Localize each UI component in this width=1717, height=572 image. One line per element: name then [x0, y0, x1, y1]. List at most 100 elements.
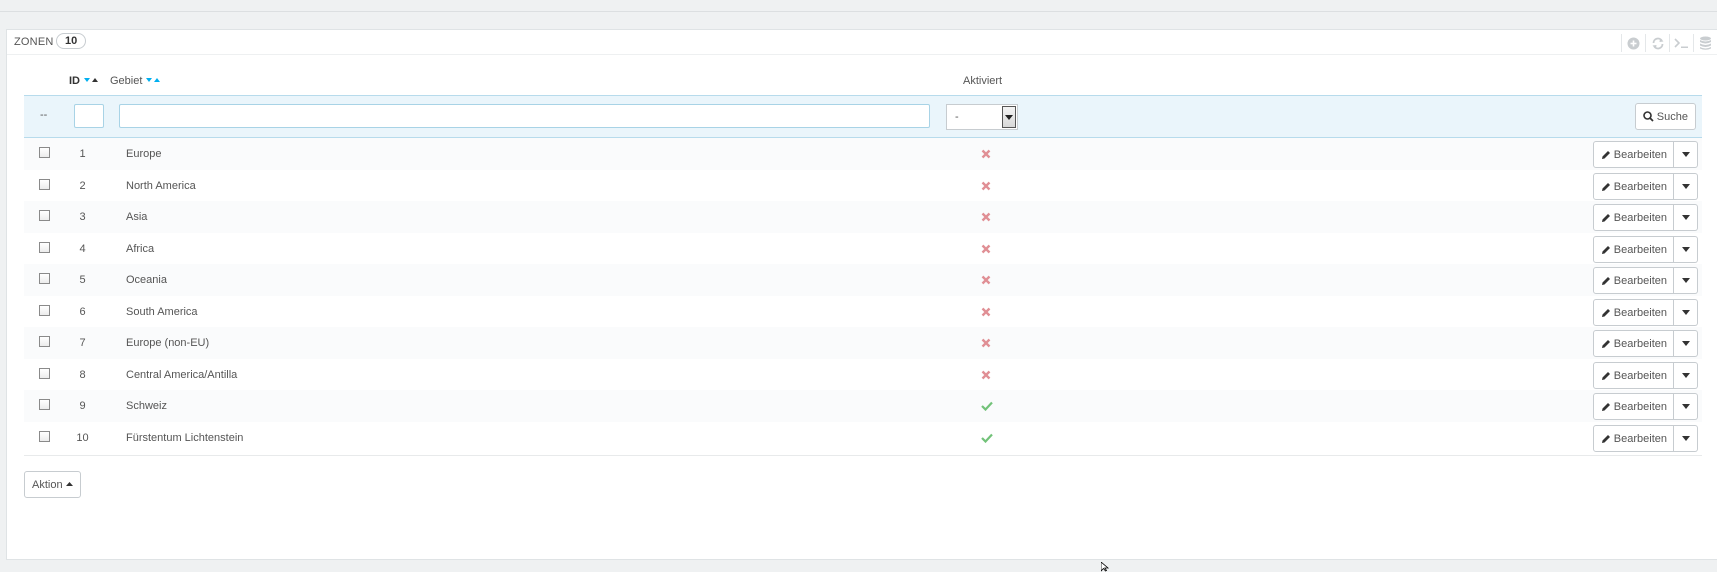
- row-dropdown-button[interactable]: [1674, 425, 1698, 452]
- edit-button[interactable]: Bearbeiten: [1592, 236, 1674, 263]
- row-dropdown-button[interactable]: [1674, 393, 1698, 420]
- cell-name: Fürstentum Lichtenstein: [126, 432, 244, 444]
- column-header-id[interactable]: ID: [69, 75, 100, 89]
- cross-icon[interactable]: [981, 211, 995, 225]
- row-checkbox[interactable]: [39, 336, 50, 347]
- table-row[interactable]: 2 North America Bearbeiten: [24, 170, 1702, 204]
- count-badge: 10: [56, 33, 87, 49]
- panel-toolbar: [1621, 34, 1717, 52]
- sort-arrows-icon[interactable]: [84, 75, 100, 87]
- pencil-icon: [1601, 182, 1610, 191]
- cross-icon[interactable]: [981, 180, 995, 194]
- caret-down-icon: [1681, 373, 1690, 378]
- row-dropdown-button[interactable]: [1674, 204, 1698, 231]
- sql-query-icon[interactable]: [1669, 34, 1693, 52]
- row-actions: Bearbeiten: [1592, 362, 1698, 389]
- row-actions: Bearbeiten: [1592, 330, 1698, 357]
- caret-up-icon: [65, 482, 73, 486]
- search-button-label: Suche: [1656, 110, 1688, 123]
- edit-button[interactable]: Bearbeiten: [1592, 299, 1674, 326]
- edit-button-label: Bearbeiten: [1613, 400, 1667, 413]
- cell-name: Oceania: [126, 274, 167, 286]
- sort-arrows-icon[interactable]: [146, 75, 162, 87]
- caret-down-icon: [1681, 404, 1690, 409]
- row-checkbox[interactable]: [39, 147, 50, 158]
- table-row[interactable]: 7 Europe (non-EU) Bearbeiten: [24, 327, 1702, 361]
- table-row[interactable]: 9 Schweiz Bearbeiten: [24, 390, 1702, 424]
- row-checkbox[interactable]: [39, 305, 50, 316]
- row-checkbox[interactable]: [39, 399, 50, 410]
- row-dropdown-button[interactable]: [1674, 362, 1698, 389]
- column-header-name[interactable]: Gebiet: [110, 75, 162, 89]
- caret-down-icon: [1681, 436, 1690, 441]
- row-dropdown-button[interactable]: [1674, 173, 1698, 200]
- row-checkbox[interactable]: [39, 431, 50, 442]
- cell-id: 4: [79, 243, 86, 255]
- edit-button[interactable]: Bearbeiten: [1592, 267, 1674, 294]
- cross-icon[interactable]: [981, 274, 995, 288]
- table-row[interactable]: 1 Europe Bearbeiten: [24, 138, 1702, 172]
- cell-name: Schweiz: [126, 400, 167, 412]
- table-row[interactable]: 8 Central America/Antilla Bearbeiten: [24, 359, 1702, 393]
- edit-button[interactable]: Bearbeiten: [1592, 330, 1674, 357]
- pencil-icon: [1601, 150, 1610, 159]
- bulk-filter-placeholder: --: [40, 109, 48, 121]
- row-dropdown-button[interactable]: [1674, 267, 1698, 294]
- cell-name: Africa: [126, 243, 155, 255]
- search-button[interactable]: Suche: [1634, 103, 1696, 130]
- cross-icon[interactable]: [981, 243, 995, 257]
- row-checkbox[interactable]: [39, 179, 50, 190]
- edit-button-label: Bearbeiten: [1613, 306, 1667, 319]
- cell-id: 7: [79, 337, 86, 349]
- edit-button-label: Bearbeiten: [1613, 243, 1667, 256]
- table-row[interactable]: 5 Oceania Bearbeiten: [24, 264, 1702, 298]
- edit-button-label: Bearbeiten: [1613, 148, 1667, 161]
- row-dropdown-button[interactable]: [1674, 141, 1698, 168]
- pencil-icon: [1601, 245, 1610, 254]
- dropdown-arrow-icon[interactable]: [1002, 106, 1016, 128]
- add-new-icon[interactable]: [1621, 34, 1645, 52]
- cell-id: 1: [79, 148, 86, 160]
- row-checkbox[interactable]: [39, 273, 50, 284]
- pencil-icon: [1601, 213, 1610, 222]
- edit-button-label: Bearbeiten: [1613, 180, 1667, 193]
- zones-panel: Zonen 10 ID Gebiet: [6, 29, 1717, 560]
- edit-button[interactable]: Bearbeiten: [1592, 141, 1674, 168]
- bulk-actions-label: Aktion: [32, 478, 63, 491]
- table-row[interactable]: 10 Fürstentum Lichtenstein Bearbeiten: [24, 422, 1702, 456]
- edit-button[interactable]: Bearbeiten: [1592, 393, 1674, 420]
- edit-button[interactable]: Bearbeiten: [1592, 173, 1674, 200]
- edit-button[interactable]: Bearbeiten: [1592, 362, 1674, 389]
- check-icon[interactable]: [981, 400, 995, 414]
- row-checkbox[interactable]: [39, 368, 50, 379]
- filter-active-select[interactable]: -: [946, 104, 1018, 130]
- edit-button[interactable]: Bearbeiten: [1592, 425, 1674, 452]
- refresh-icon[interactable]: [1645, 34, 1669, 52]
- caret-down-icon: [1681, 310, 1690, 315]
- top-bar: [0, 0, 1717, 12]
- edit-button[interactable]: Bearbeiten: [1592, 204, 1674, 231]
- row-actions: Bearbeiten: [1592, 204, 1698, 231]
- row-dropdown-button[interactable]: [1674, 330, 1698, 357]
- pencil-icon: [1601, 434, 1610, 443]
- row-dropdown-button[interactable]: [1674, 236, 1698, 263]
- cross-icon[interactable]: [981, 148, 995, 162]
- row-checkbox[interactable]: [39, 242, 50, 253]
- filter-name-input[interactable]: [119, 104, 930, 128]
- cross-icon[interactable]: [981, 337, 995, 351]
- export-database-icon[interactable]: [1693, 34, 1717, 52]
- pencil-icon: [1601, 402, 1610, 411]
- filter-row: -- - Suche: [24, 95, 1702, 138]
- cell-id: 6: [79, 306, 86, 318]
- cross-icon[interactable]: [981, 306, 995, 320]
- cross-icon[interactable]: [981, 369, 995, 383]
- table-row[interactable]: 3 Asia Bearbeiten: [24, 201, 1702, 235]
- table-row[interactable]: 6 South America Bearbeiten: [24, 296, 1702, 330]
- row-dropdown-button[interactable]: [1674, 299, 1698, 326]
- check-icon[interactable]: [981, 432, 995, 446]
- table-row[interactable]: 4 Africa Bearbeiten: [24, 233, 1702, 267]
- row-checkbox[interactable]: [39, 210, 50, 221]
- cell-name: South America: [126, 306, 198, 318]
- filter-id-input[interactable]: [74, 104, 104, 128]
- bulk-actions-button[interactable]: Aktion: [24, 471, 81, 498]
